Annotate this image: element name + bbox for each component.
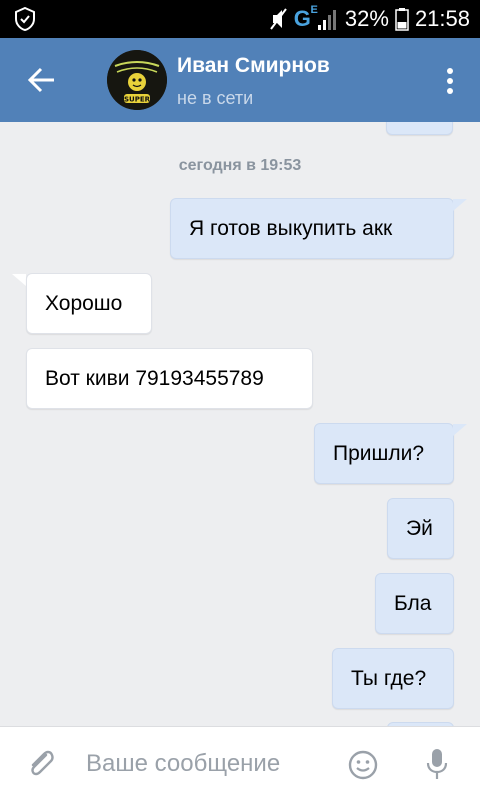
- avatar-image: SUPER: [107, 50, 167, 110]
- emoji-icon[interactable]: [347, 749, 379, 781]
- message-bubble-outgoing[interactable]: Ты где?: [332, 648, 454, 709]
- date-separator: сегодня в 19:53: [178, 157, 302, 174]
- message-bubble-outgoing[interactable]: Я готов выкупить акк: [170, 198, 454, 259]
- mute-icon: [269, 8, 287, 30]
- message-bubble-incoming[interactable]: Хорошо: [26, 273, 152, 334]
- battery-icon: [395, 8, 409, 31]
- message-text: Пришли?: [333, 442, 425, 465]
- message-text: Эй: [406, 517, 433, 540]
- chat-title[interactable]: Иван Смирнов: [177, 54, 330, 78]
- bubble-tail: [453, 424, 467, 436]
- message-list[interactable]: сегодня в 19:53 Я готов выкупить акк Хор…: [0, 122, 480, 726]
- message-input[interactable]: [86, 745, 326, 783]
- status-bar-right: GE 32% 21:58: [268, 0, 470, 38]
- battery-percent: 32%: [344, 6, 389, 31]
- status-bar: GE 32% 21:58: [0, 0, 480, 38]
- microphone-icon[interactable]: [425, 747, 449, 781]
- message-bubble-outgoing[interactable]: Пришли?: [314, 423, 454, 484]
- message-text: Я готов выкупить акк: [189, 217, 393, 240]
- online-status: не в сети: [177, 88, 254, 108]
- message-bubble-outgoing[interactable]: Эй: [387, 498, 454, 559]
- paperclip-icon[interactable]: [24, 747, 58, 781]
- bubble-tail: [12, 274, 26, 286]
- signal-icon: [317, 10, 336, 30]
- message-bubble-partial: [386, 122, 453, 135]
- message-text: Хорошо: [45, 292, 123, 315]
- message-text: Ты где?: [351, 667, 427, 690]
- more-vert-icon[interactable]: [438, 64, 462, 98]
- avatar[interactable]: SUPER: [107, 50, 167, 110]
- svg-text:SUPER: SUPER: [124, 96, 151, 104]
- message-bubble-outgoing[interactable]: Бла: [375, 573, 454, 634]
- network-type-indicator: GE: [293, 4, 318, 31]
- bubble-tail: [453, 199, 467, 211]
- message-text: Бла: [394, 592, 432, 615]
- back-arrow-icon[interactable]: [20, 58, 64, 102]
- clock: 21:58: [414, 6, 470, 31]
- message-composer: [0, 726, 480, 801]
- message-bubble-incoming[interactable]: Вот киви 79193455789: [26, 348, 313, 409]
- message-text: Вот киви 79193455789: [45, 367, 264, 390]
- shield-icon: [15, 7, 35, 31]
- chat-header: SUPER Иван Смирнов не в сети: [0, 38, 480, 122]
